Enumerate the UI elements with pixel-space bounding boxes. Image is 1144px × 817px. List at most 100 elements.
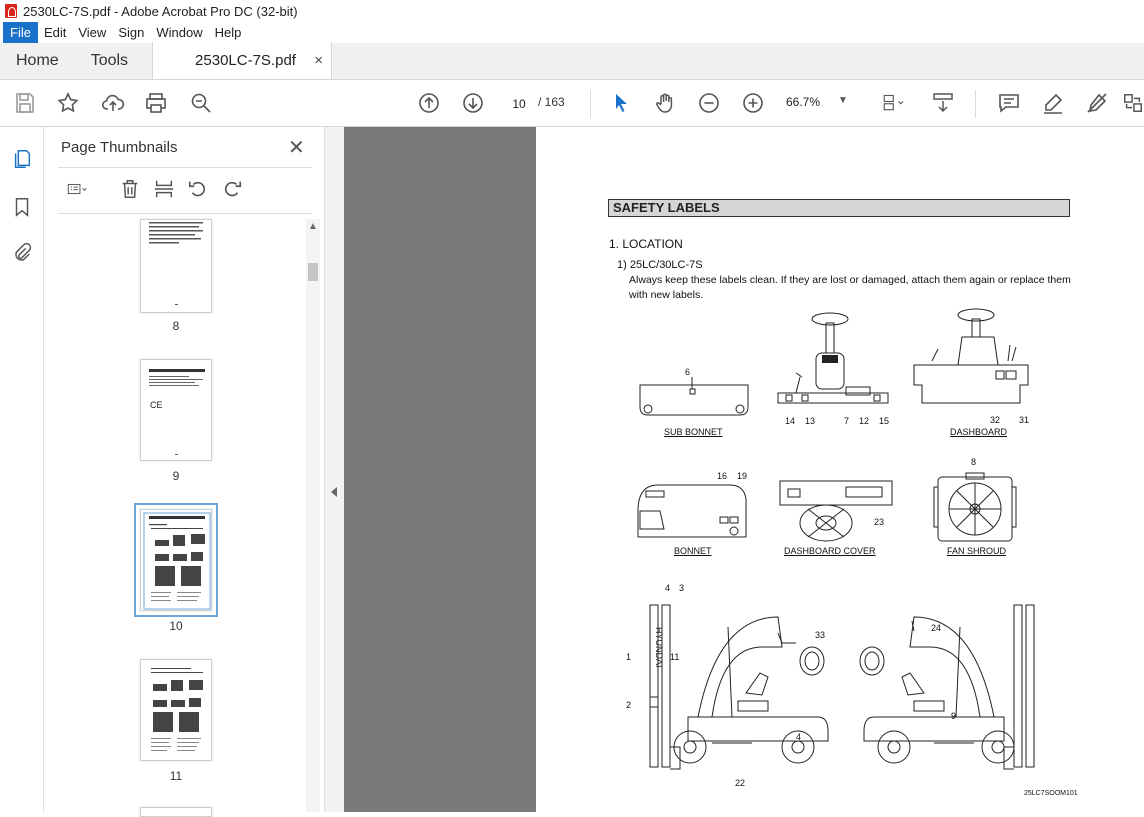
menu-view[interactable]: View xyxy=(72,22,112,43)
thumbnail-toolbar xyxy=(58,177,308,203)
label-number: 22 xyxy=(735,778,746,788)
drawing-code: 25LC7SOOM101 xyxy=(1024,790,1078,797)
label-number: 13 xyxy=(805,416,816,426)
thumbnail-options-icon[interactable] xyxy=(60,177,96,201)
collapse-panel-arrow-icon[interactable] xyxy=(331,487,337,497)
zoom-in-icon[interactable] xyxy=(740,90,766,116)
hand-pan-icon[interactable] xyxy=(652,90,678,116)
highlight-pen-icon[interactable] xyxy=(1040,90,1066,116)
label-number: 6 xyxy=(685,367,691,377)
label-number: 4 xyxy=(665,583,671,593)
select-cursor-icon[interactable] xyxy=(608,90,634,116)
panel-title: Page Thumbnails xyxy=(61,139,178,156)
menu-help[interactable]: Help xyxy=(209,22,248,43)
steering-column-drawing xyxy=(777,312,889,404)
sub-bonnet-drawing xyxy=(639,377,749,416)
label-number: 16 xyxy=(717,471,728,481)
more-tools-icon[interactable] xyxy=(1122,90,1144,116)
dashboard-label: DASHBOARD xyxy=(950,427,1008,437)
label-number: 11 xyxy=(670,652,680,662)
sign-pen-icon[interactable] xyxy=(1084,90,1110,116)
fan-shroud-label: FAN SHROUD xyxy=(947,546,1007,556)
label-number: 3 xyxy=(679,583,685,593)
thumbnail-page-12[interactable] xyxy=(140,807,212,817)
thumbnail-label: 10 xyxy=(169,619,183,633)
dashboard-cover-label: DASHBOARD COVER xyxy=(784,546,876,556)
zoom-level-field[interactable]: 66.7% xyxy=(786,95,820,109)
acrobat-pdf-icon xyxy=(5,4,17,18)
main-toolbar: 10 / 163 66.7% ▼ xyxy=(0,80,1144,127)
scroll-up-icon[interactable]: ▲ xyxy=(308,221,318,232)
label-number: 1 xyxy=(626,652,632,662)
menu-edit[interactable]: Edit xyxy=(38,22,72,43)
label-number: 32 xyxy=(990,415,1001,425)
bookmarks-icon[interactable] xyxy=(10,195,34,219)
panel-splitter[interactable] xyxy=(324,127,344,812)
rotate-left-icon[interactable] xyxy=(186,177,210,201)
fit-page-icon[interactable] xyxy=(876,90,912,116)
thumbnail-label: 11 xyxy=(169,769,183,783)
label-number: 23 xyxy=(874,517,885,527)
scroll-mode-icon[interactable] xyxy=(930,90,956,116)
page-thumbnails-panel: Page Thumbnails ✕ ▲ 8 CE 9 10 11 xyxy=(44,127,324,817)
pdf-page: SAFETY LABELS 1. LOCATION 1) 25LC/30LC-7… xyxy=(536,127,1144,812)
delete-page-icon[interactable] xyxy=(118,177,142,201)
zoom-out-icon[interactable] xyxy=(696,90,722,116)
label-number: 19 xyxy=(737,471,748,481)
svg-text:CE: CE xyxy=(150,400,163,410)
page-thumbnails-icon[interactable] xyxy=(10,147,34,171)
title-bar: 2530LC-7S.pdf - Adobe Acrobat Pro DC (32… xyxy=(0,0,1144,22)
panel-divider xyxy=(58,213,312,214)
model-subheading: 1) 25LC/30LC-7S xyxy=(617,259,703,271)
menu-window[interactable]: Window xyxy=(150,22,208,43)
thumbnail-page-11[interactable] xyxy=(140,659,212,761)
bonnet-drawing xyxy=(637,484,747,538)
zoom-search-icon[interactable] xyxy=(188,90,214,116)
fan-shroud-drawing xyxy=(933,472,1017,542)
thumbnail-page-10[interactable] xyxy=(134,503,218,617)
print-icon[interactable] xyxy=(143,90,169,116)
tab-document[interactable]: 2530LC-7S.pdf × xyxy=(152,42,333,79)
save-icon[interactable] xyxy=(12,90,38,116)
close-panel-icon[interactable]: ✕ xyxy=(288,135,305,160)
label-number: 4 xyxy=(796,732,802,742)
thumbnail-scrollbar[interactable]: ▲ xyxy=(306,219,320,812)
page-total: / 163 xyxy=(538,95,565,109)
svg-text:HYUNDAI: HYUNDAI xyxy=(654,627,664,668)
thumbnail-label: 8 xyxy=(172,319,180,333)
scrollbar-thumb[interactable] xyxy=(308,263,318,281)
next-page-icon[interactable] xyxy=(460,90,486,116)
previous-page-icon[interactable] xyxy=(416,90,442,116)
menu-bar: File Edit View Sign Window Help xyxy=(0,22,1144,43)
thumbnail-page-8[interactable] xyxy=(140,219,212,313)
menu-sign[interactable]: Sign xyxy=(112,22,150,43)
document-viewer[interactable]: SAFETY LABELS 1. LOCATION 1) 25LC/30LC-7… xyxy=(344,127,1144,812)
tab-home[interactable]: Home xyxy=(0,42,75,79)
label-number: 24 xyxy=(931,623,942,633)
dashboard-cover-drawing xyxy=(779,480,893,542)
label-number: 9 xyxy=(951,711,957,721)
label-number: 33 xyxy=(815,630,826,640)
tab-tools[interactable]: Tools xyxy=(75,42,144,79)
label-number: 31 xyxy=(1019,415,1030,425)
label-number: 2 xyxy=(626,700,632,710)
close-tab-icon[interactable]: × xyxy=(314,52,323,69)
forklift-left-side-drawing: HYUNDAI xyxy=(649,604,829,770)
left-navigation-rail xyxy=(0,127,44,812)
comment-icon[interactable] xyxy=(996,90,1022,116)
label-number: 8 xyxy=(971,457,977,467)
upload-cloud-icon[interactable] xyxy=(100,90,126,116)
rotate-right-icon[interactable] xyxy=(220,177,244,201)
label-number: 12 xyxy=(859,416,870,426)
zoom-dropdown-icon[interactable]: ▼ xyxy=(838,95,848,106)
location-heading: 1. LOCATION xyxy=(609,237,683,251)
page-number-input[interactable]: 10 xyxy=(504,91,534,115)
menu-file[interactable]: File xyxy=(3,22,38,43)
thumbnail-page-9[interactable]: CE xyxy=(140,359,212,461)
bookmark-star-icon[interactable] xyxy=(55,90,81,116)
forklift-right-side-drawing xyxy=(859,604,1035,770)
insert-page-icon[interactable] xyxy=(152,177,176,201)
label-number: 7 xyxy=(844,416,850,426)
attachments-paperclip-icon[interactable] xyxy=(10,241,34,265)
thumbnail-label: 9 xyxy=(172,469,180,483)
